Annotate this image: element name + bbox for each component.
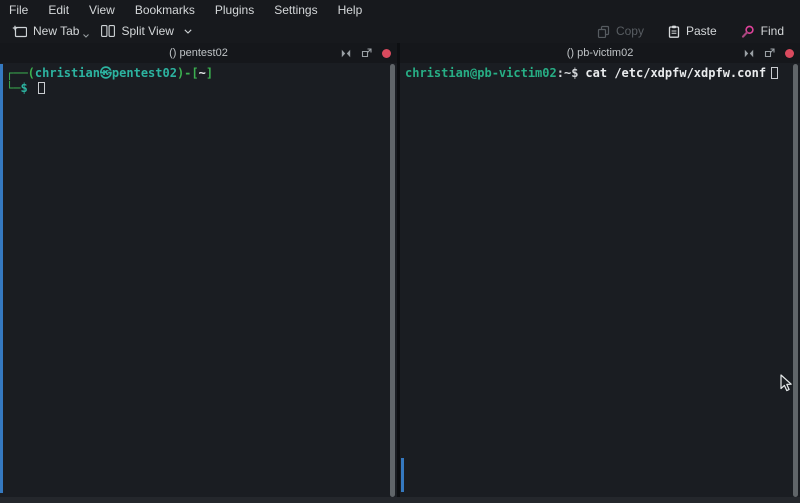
new-tab-button[interactable]: New Tab — [7, 22, 96, 40]
prompt-symbol: $ — [20, 81, 27, 95]
pane-title: () pb-victim02 — [567, 47, 634, 59]
menu-item-bookmarks[interactable]: Bookmarks — [135, 3, 195, 17]
scrollbar-right-pane[interactable] — [792, 64, 800, 497]
menu-item-settings[interactable]: Settings — [274, 3, 317, 17]
new-output-indicator — [0, 64, 3, 493]
paste-button[interactable]: Paste — [663, 22, 722, 40]
new-tab-label: New Tab — [33, 24, 79, 38]
prompt-line: christian@pb-victim02:~$cat /etc/xdpfw/x… — [405, 66, 788, 81]
new-tab-icon — [12, 25, 27, 38]
text-cursor — [38, 82, 45, 94]
prompt-frame-bottom: └─ — [6, 81, 20, 95]
paste-label: Paste — [686, 24, 717, 38]
close-view-icon[interactable] — [785, 49, 794, 58]
prompt-user-host: christian@pb-victim02 — [405, 66, 557, 80]
new-output-indicator — [401, 458, 404, 492]
detach-view-icon[interactable] — [764, 48, 775, 58]
mouse-cursor — [780, 374, 794, 398]
pane-header-pentest02[interactable]: () pentest02 — [0, 43, 397, 63]
typed-command: cat /etc/xdpfw/xdpfw.conf — [585, 66, 766, 80]
terminal-screen-pentest02[interactable]: ┌──(christian㉿pentest02)-[~] └─$ — [0, 63, 397, 497]
toolbar: New Tab Split View Copy — [0, 19, 800, 43]
menu-item-plugins[interactable]: Plugins — [215, 3, 254, 17]
menu-item-help[interactable]: Help — [338, 3, 363, 17]
prompt-colon: : — [557, 66, 564, 80]
prompt-frame-close: ] — [206, 66, 213, 80]
menu-item-edit[interactable]: Edit — [48, 3, 69, 17]
scrollbar-left-pane[interactable] — [389, 64, 397, 497]
scrollbar-handle[interactable] — [390, 64, 395, 497]
pane-header-controls — [744, 43, 794, 63]
copy-label: Copy — [616, 24, 644, 38]
split-view-chevron-icon[interactable] — [184, 29, 192, 34]
prompt-frame-mid: )-[ — [177, 66, 199, 80]
menu-item-view[interactable]: View — [89, 3, 115, 17]
maximize-view-icon[interactable] — [341, 49, 351, 58]
maximize-view-icon[interactable] — [744, 49, 754, 58]
prompt-path: ~ — [199, 66, 206, 80]
menu-item-file[interactable]: File — [9, 3, 28, 17]
detach-view-icon[interactable] — [361, 48, 372, 58]
split-view-button[interactable]: Split View — [96, 22, 196, 40]
terminal-screen-pb-victim02[interactable]: christian@pb-victim02:~$cat /etc/xdpfw/x… — [400, 63, 800, 497]
window-bottom-edge — [0, 497, 800, 503]
prompt-line-2: └─$ — [6, 81, 385, 96]
pane-title: () pentest02 — [169, 47, 228, 59]
find-label: Find — [761, 24, 784, 38]
terminal-pane-pb-victim02: () pb-victim02 christian@pb-victim0 — [400, 43, 800, 497]
new-tab-dropdown-icon[interactable] — [83, 34, 89, 38]
split-view-icon — [101, 25, 115, 37]
prompt-frame-open: ┌──( — [6, 66, 35, 80]
split-view-label: Split View — [121, 24, 173, 38]
copy-button[interactable]: Copy — [592, 22, 649, 40]
prompt-line-1: ┌──(christian㉿pentest02)-[~] — [6, 66, 385, 81]
find-button[interactable]: Find — [736, 22, 789, 40]
terminal-splits: () pentest02 ┌──(christian㉿pentest0 — [0, 43, 800, 497]
prompt-symbol: $ — [571, 66, 578, 80]
toolbar-right-group: Copy Paste Find — [592, 22, 793, 40]
scrollbar-handle[interactable] — [793, 64, 798, 497]
pane-header-controls — [341, 43, 391, 63]
text-cursor — [771, 67, 778, 79]
menu-bar: File Edit View Bookmarks Plugins Setting… — [0, 0, 800, 19]
close-view-icon[interactable] — [382, 49, 391, 58]
prompt-user-host: christian㉿pentest02 — [35, 66, 177, 80]
terminal-pane-pentest02: () pentest02 ┌──(christian㉿pentest0 — [0, 43, 397, 497]
copy-icon — [597, 25, 610, 38]
find-icon — [741, 25, 755, 38]
paste-icon — [668, 25, 680, 38]
pane-header-pb-victim02[interactable]: () pb-victim02 — [400, 43, 800, 63]
